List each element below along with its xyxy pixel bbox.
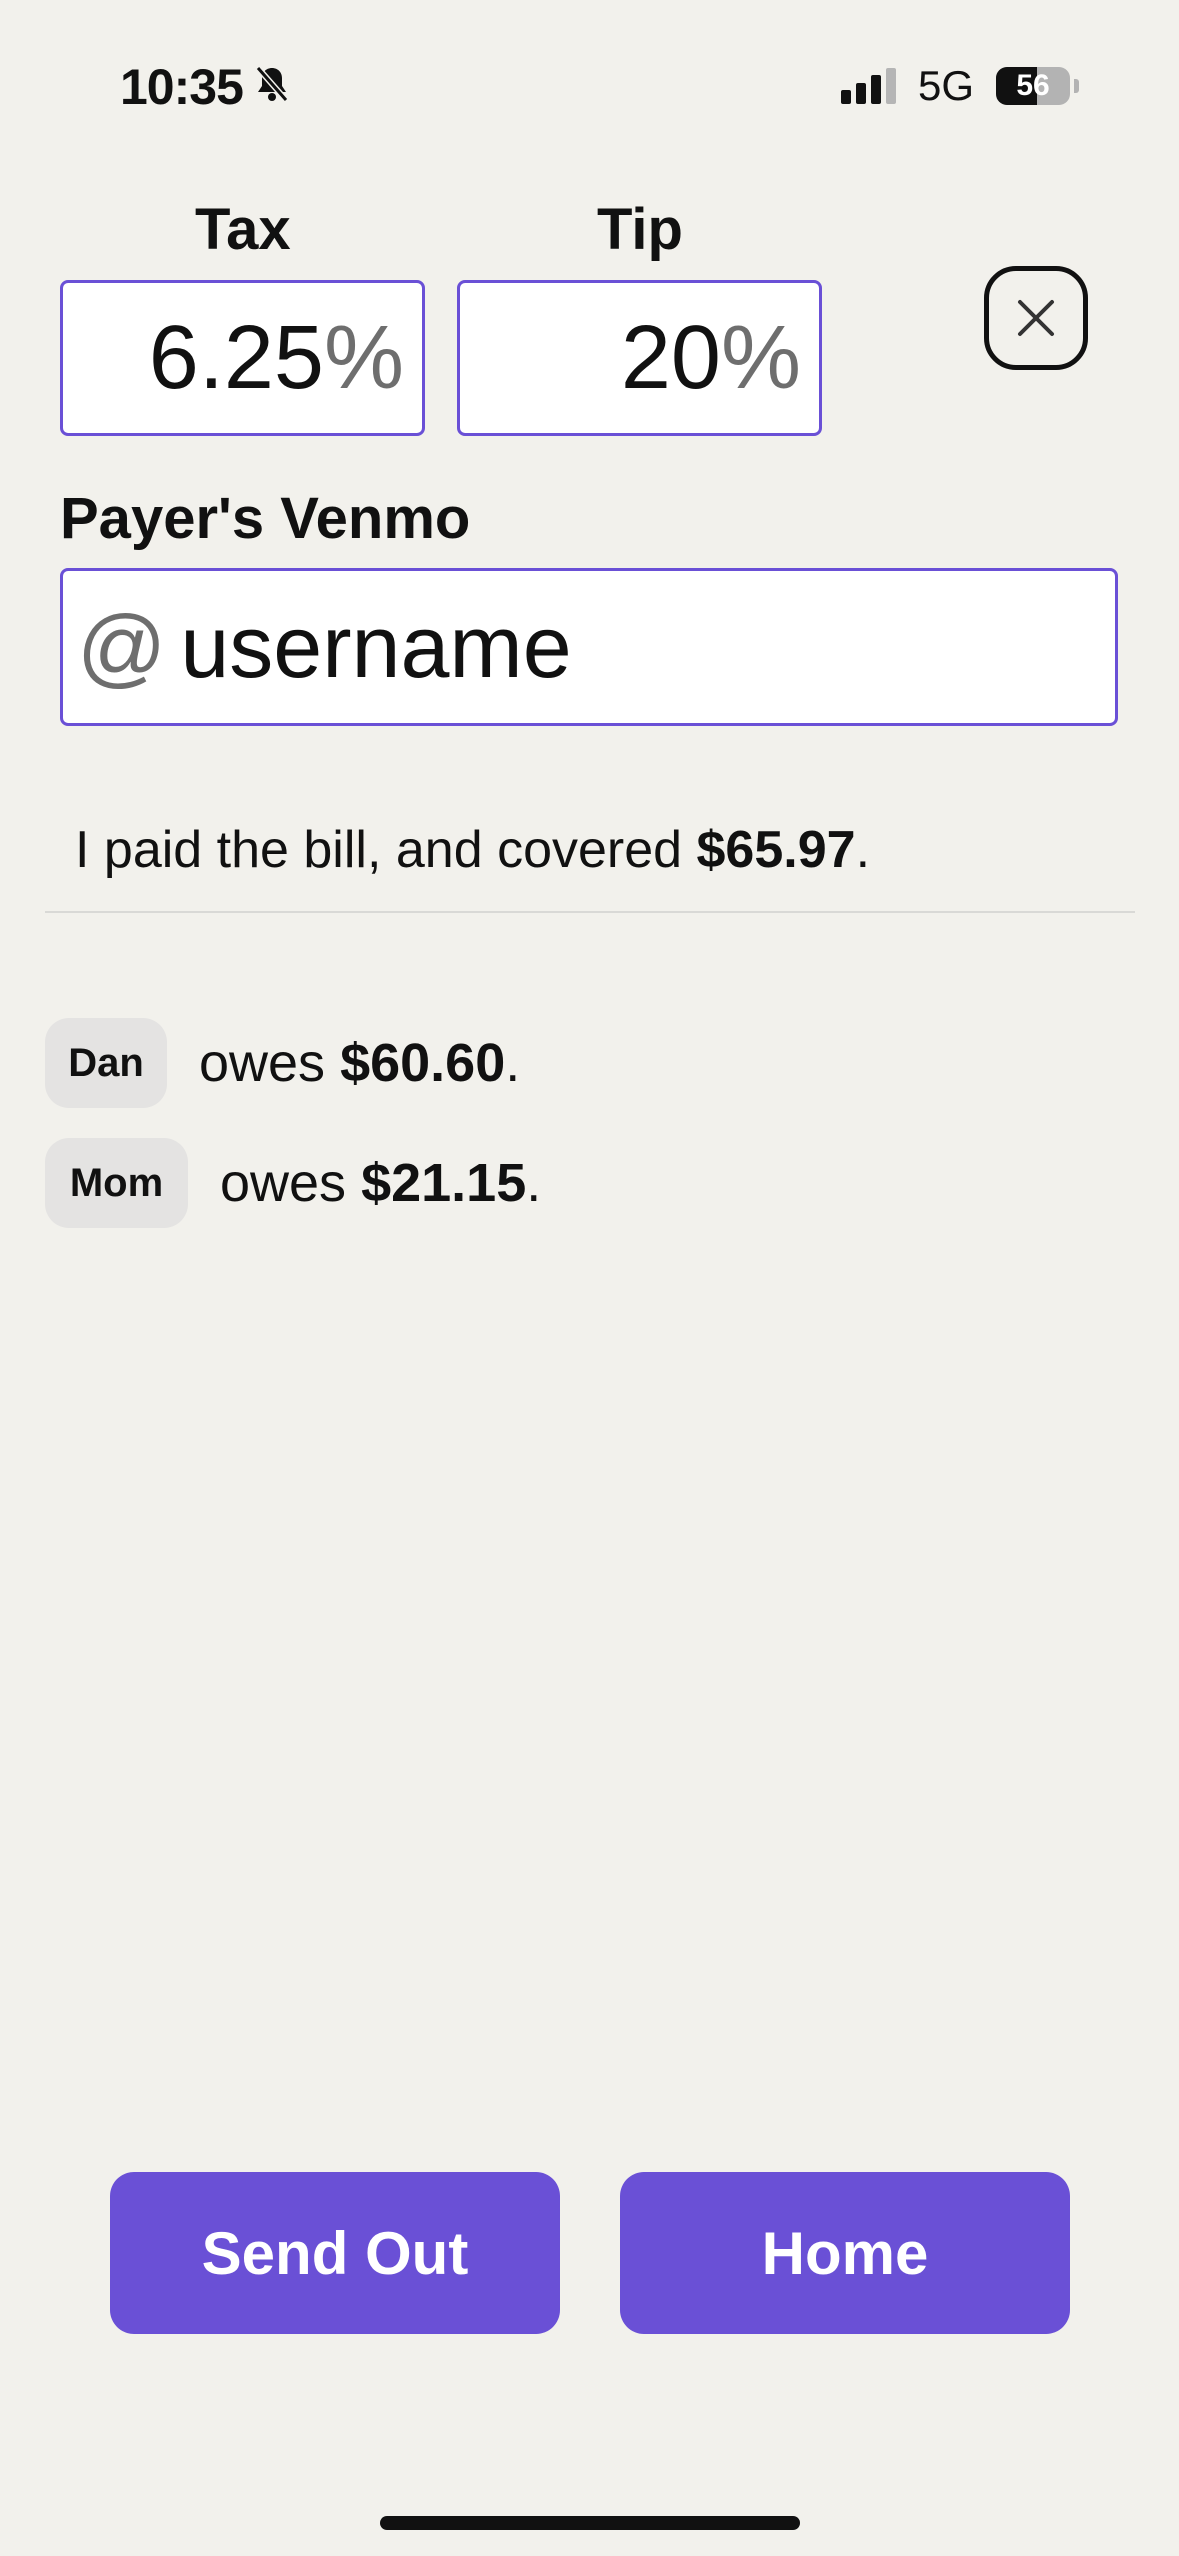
person-chip-mom[interactable]: Mom xyxy=(45,1138,188,1228)
tax-label: Tax xyxy=(195,197,291,262)
battery-tip xyxy=(1074,79,1079,93)
debt-suffix: . xyxy=(505,1033,521,1093)
payer-summary-suffix: . xyxy=(855,821,871,879)
home-indicator[interactable] xyxy=(380,2516,800,2530)
debt-text: owes $60.60. xyxy=(199,1032,520,1094)
debt-row-dan: Dan owes $60.60. xyxy=(45,1018,520,1108)
at-symbol: @ xyxy=(77,597,167,696)
network-type: 5G xyxy=(917,62,974,109)
tip-value: 20 xyxy=(620,307,721,408)
home-button[interactable]: Home xyxy=(620,2172,1070,2334)
debt-verb: owes xyxy=(220,1153,362,1213)
screen: 10:35 5G 56 Tax 6.25 % Tip 20 % Payer's … xyxy=(0,0,1179,2556)
status-time: 10:35 xyxy=(120,58,291,116)
tip-input[interactable]: 20 % xyxy=(457,280,822,436)
venmo-placeholder: username xyxy=(180,597,572,696)
tip-label: Tip xyxy=(597,197,683,262)
close-icon xyxy=(1018,300,1054,336)
send-out-button[interactable]: Send Out xyxy=(110,2172,560,2334)
tax-input[interactable]: 6.25 % xyxy=(60,280,425,436)
venmo-username-field[interactable]: @ username xyxy=(60,568,1118,726)
payer-amount: $65.97 xyxy=(696,821,856,879)
debt-row-mom: Mom owes $21.15. xyxy=(45,1138,541,1228)
debt-verb: owes xyxy=(199,1033,341,1093)
battery-percent: 56 xyxy=(1016,69,1050,102)
debt-amount: $21.15 xyxy=(361,1153,527,1213)
payer-summary: I paid the bill, and covered $65.97. xyxy=(75,820,870,880)
status-indicators: 5G 56 xyxy=(840,62,1079,110)
tip-percent-symbol: % xyxy=(720,307,801,408)
clock: 10:35 xyxy=(120,59,244,115)
debt-suffix: . xyxy=(526,1153,542,1213)
bell-slash-icon xyxy=(253,58,291,116)
tax-percent-symbol: % xyxy=(323,307,404,408)
venmo-label: Payer's Venmo xyxy=(60,486,471,551)
battery-icon: 56 xyxy=(996,67,1070,105)
debt-text: owes $21.15. xyxy=(220,1152,541,1214)
divider xyxy=(45,911,1135,913)
person-chip-dan[interactable]: Dan xyxy=(45,1018,167,1108)
close-button[interactable] xyxy=(984,266,1088,370)
debt-amount: $60.60 xyxy=(340,1033,506,1093)
tax-value: 6.25 xyxy=(148,307,324,408)
payer-summary-prefix: I paid the bill, and covered xyxy=(75,821,697,879)
cellular-signal-icon xyxy=(840,68,896,104)
